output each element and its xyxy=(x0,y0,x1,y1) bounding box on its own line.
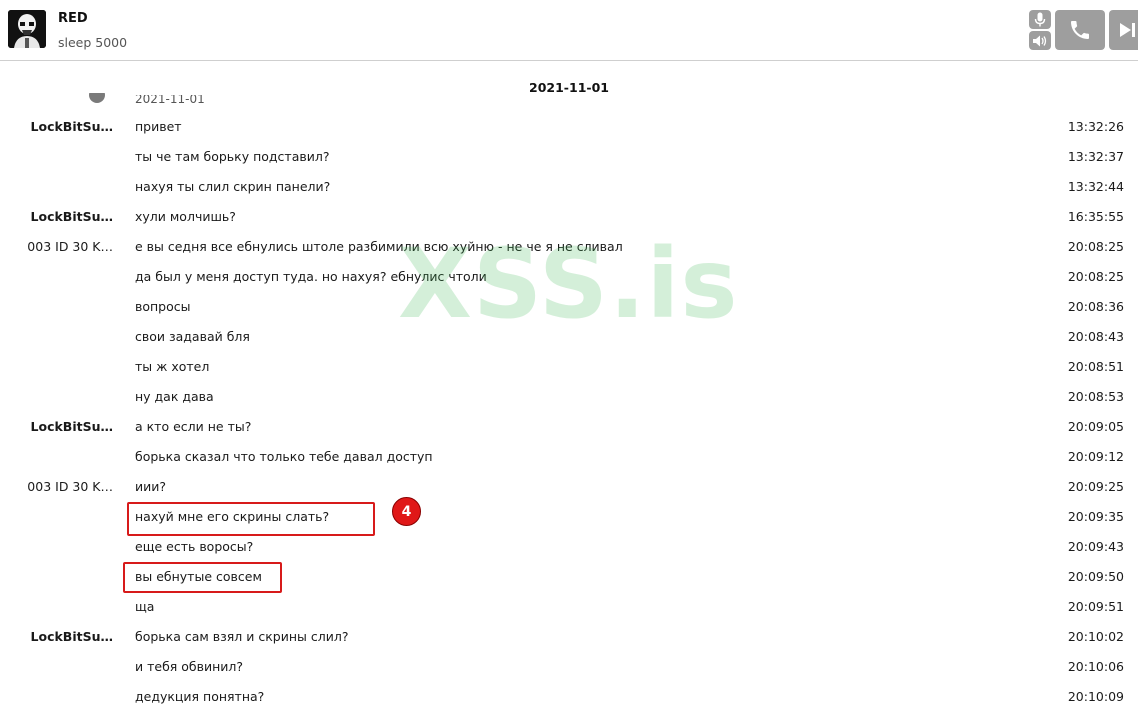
message-text: ну дак дава xyxy=(135,389,214,404)
message-time: 20:09:50 xyxy=(1067,569,1124,584)
message-text: вопросы xyxy=(135,299,191,314)
contact-name: RED xyxy=(58,11,88,26)
message-row[interactable]: нахуя ты слил скрин панели? 13:32:44 xyxy=(0,172,1138,202)
message-time: 13:32:44 xyxy=(1067,179,1124,194)
previous-date-separator: 2021-11-01 xyxy=(135,95,205,103)
message-row[interactable]: да был у меня доступ туда. но нахуя? ебн… xyxy=(0,262,1138,292)
message-row[interactable]: 003 ID 30 K… иии? 20:09:25 xyxy=(0,472,1138,502)
message-row[interactable]: ща 20:09:51 xyxy=(0,592,1138,622)
message-row[interactable]: ты че там борьку подставил? 13:32:37 xyxy=(0,142,1138,172)
message-text: ты че там борьку подставил? xyxy=(135,149,330,164)
message-row[interactable]: дедукция понятна? 20:10:09 xyxy=(0,682,1138,712)
message-time: 20:08:51 xyxy=(1067,359,1124,374)
message-text: ща xyxy=(135,599,155,614)
message-text: нахуй мне его скрины слать? xyxy=(135,509,330,524)
message-time: 20:10:02 xyxy=(1067,629,1124,644)
message-time: 13:32:37 xyxy=(1067,149,1124,164)
message-row[interactable]: еще есть воросы? 20:09:43 xyxy=(0,532,1138,562)
message-text: свои задавай бля xyxy=(135,329,250,344)
message-sender: 003 ID 30 K… xyxy=(27,479,113,494)
contact-status: sleep 5000 xyxy=(58,35,128,50)
message-sender: LockBitSu… xyxy=(30,419,113,434)
message-row[interactable]: борька сказал что только тебе давал дост… xyxy=(0,442,1138,472)
message-time: 20:08:53 xyxy=(1067,389,1124,404)
message-time: 20:09:12 xyxy=(1067,449,1124,464)
message-text: хули молчишь? xyxy=(135,209,236,224)
phone-icon xyxy=(1071,21,1089,39)
message-time: 20:09:25 xyxy=(1067,479,1124,494)
message-time: 20:08:25 xyxy=(1067,269,1124,284)
speaker-icon xyxy=(1033,35,1047,46)
message-time: 20:10:06 xyxy=(1067,659,1124,674)
message-time: 20:09:43 xyxy=(1067,539,1124,554)
message-time: 20:09:35 xyxy=(1067,509,1124,524)
message-time: 20:09:51 xyxy=(1067,599,1124,614)
message-list[interactable]: LockBitSu… привет 13:32:26 ты че там борьку… xyxy=(0,112,1138,712)
message-time: 20:08:25 xyxy=(1067,239,1124,254)
message-row[interactable]: ну дак дава 20:08:53 xyxy=(0,382,1138,412)
message-sender: LockBitSu… xyxy=(30,119,113,134)
message-row[interactable]: нахуй мне его скрины слать? 20:09:35 xyxy=(0,502,1138,532)
message-time: 13:32:26 xyxy=(1067,119,1124,134)
chat-header: RED sleep 5000 xyxy=(0,0,1138,61)
message-text: дедукция понятна? xyxy=(135,689,265,704)
message-row[interactable]: свои задавай бля 20:08:43 xyxy=(0,322,1138,352)
date-separator: 2021-11-01 xyxy=(529,80,609,95)
message-time: 20:10:09 xyxy=(1067,689,1124,704)
message-row[interactable]: вы ебнутые совсем 20:09:50 xyxy=(0,562,1138,592)
message-row[interactable]: вопросы 20:08:36 xyxy=(0,292,1138,322)
message-sender: 003 ID 30 K… xyxy=(27,239,113,254)
contact-avatar[interactable] xyxy=(8,10,46,48)
message-text: борька сам взял и скрины слил? xyxy=(135,629,349,644)
message-time: 20:08:43 xyxy=(1067,329,1124,344)
message-text: борька сказал что только тебе давал дост… xyxy=(135,449,433,464)
message-text: е вы седня все ебнулись штоле разбимили … xyxy=(135,239,623,254)
video-play-icon xyxy=(1120,23,1135,37)
message-time: 20:08:36 xyxy=(1067,299,1124,314)
message-row[interactable]: и тебя обвинил? 20:10:06 xyxy=(0,652,1138,682)
annotation-badge: 4 xyxy=(392,497,421,526)
message-text: вы ебнутые совсем xyxy=(135,569,262,584)
call-button[interactable] xyxy=(1055,10,1105,50)
message-text: да был у меня доступ туда. но нахуя? ебн… xyxy=(135,269,487,284)
message-text: нахуя ты слил скрин панели? xyxy=(135,179,331,194)
message-row[interactable]: LockBitSu… хули молчишь? 16:35:55 xyxy=(0,202,1138,232)
microphone-button[interactable] xyxy=(1029,10,1051,29)
message-time: 16:35:55 xyxy=(1067,209,1124,224)
video-button[interactable] xyxy=(1109,10,1138,50)
message-sender: LockBitSu… xyxy=(30,629,113,644)
message-text: привет xyxy=(135,119,182,134)
message-text: а кто если не ты? xyxy=(135,419,252,434)
message-row[interactable]: LockBitSu… привет 13:32:26 xyxy=(0,112,1138,142)
message-row[interactable]: LockBitSu… борька сам взял и скрины слил?… xyxy=(0,622,1138,652)
speaker-button[interactable] xyxy=(1029,31,1051,50)
message-row[interactable]: 003 ID 30 K… е вы седня все ебнулись штол… xyxy=(0,232,1138,262)
message-text: ты ж хотел xyxy=(135,359,210,374)
message-text: еще есть воросы? xyxy=(135,539,254,554)
microphone-icon xyxy=(1034,12,1046,27)
message-text: и тебя обвинил? xyxy=(135,659,244,674)
message-time: 20:09:05 xyxy=(1067,419,1124,434)
message-row[interactable]: LockBitSu… а кто если не ты? 20:09:05 xyxy=(0,412,1138,442)
message-sender: LockBitSu… xyxy=(30,209,113,224)
message-row[interactable]: ты ж хотел 20:08:51 xyxy=(0,352,1138,382)
message-text: иии? xyxy=(135,479,167,494)
